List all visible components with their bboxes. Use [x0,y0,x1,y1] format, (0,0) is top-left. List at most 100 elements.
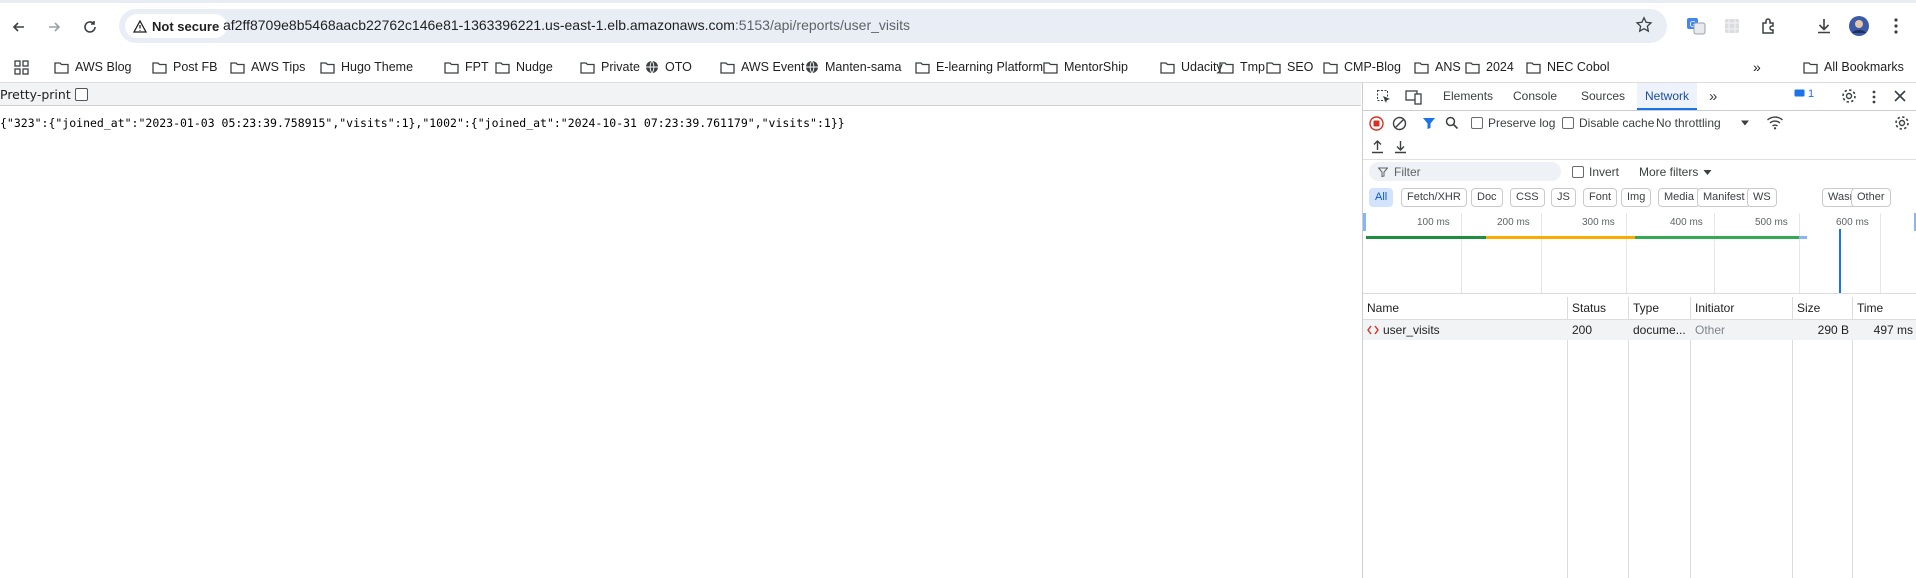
upload-icon [1372,140,1383,154]
column-header-name[interactable]: Name [1363,297,1568,319]
downloads-button[interactable] [1812,14,1836,38]
network-requests-table: Name Status Type Initiator Size Time user_vis… [1363,297,1916,578]
download-icon [1395,141,1406,154]
bookmark-item[interactable]: Nudge [495,52,553,82]
devtools-menu-button[interactable] [1871,89,1877,105]
avatar-icon [1849,16,1869,36]
disable-cache-checkbox[interactable] [1562,117,1574,129]
throttling-select[interactable]: No throttling [1656,116,1750,130]
device-toolbar-button[interactable] [1405,89,1423,105]
bookmark-item[interactable]: FPT [444,52,489,82]
timeline-range-handle-left[interactable] [1363,213,1366,231]
type-filter-js[interactable]: JS [1551,188,1576,207]
preserve-log-checkbox[interactable] [1471,117,1483,129]
bookmark-label: Udacity [1181,60,1223,74]
column-header-size[interactable]: Size [1793,297,1853,319]
bookmark-item[interactable]: SEO [1266,52,1313,82]
type-filter-media[interactable]: Media [1658,188,1700,207]
timeline-gridline [1461,213,1462,293]
cell-name: user_visits [1363,320,1568,340]
bookmark-item[interactable]: Udacity [1160,52,1223,82]
bookmark-item[interactable]: CMP-Blog [1323,52,1401,82]
bookmark-item[interactable]: E-learning Platform [915,52,1043,82]
bookmark-item[interactable]: Hugo Theme [320,52,413,82]
chrome-menu-button[interactable] [1884,14,1908,38]
bookmark-item[interactable]: Tmp [1219,52,1265,82]
pretty-print-checkbox[interactable] [74,87,88,101]
type-filter-css[interactable]: CSS [1510,188,1545,207]
bookmark-star-button[interactable] [1635,16,1653,34]
bookmark-item[interactable]: AWS Event [720,52,804,82]
preserve-log-toggle[interactable]: Preserve log [1471,116,1555,130]
translate-extension-button[interactable]: G [1684,14,1708,38]
bookmark-item[interactable]: MentorShip [1043,52,1128,82]
bookmark-item[interactable]: Private [580,52,640,82]
extension-button[interactable] [1720,14,1744,38]
tab-network[interactable]: Network [1637,83,1698,110]
reload-icon [84,21,96,33]
tab-elements[interactable]: Elements [1443,83,1493,110]
type-filter-fetchxhr[interactable]: Fetch/XHR [1401,188,1467,207]
disable-cache-toggle[interactable]: Disable cache [1562,116,1654,130]
bookmark-item[interactable]: AWS Tips [230,52,305,82]
back-arrow-icon [12,22,24,32]
column-header-time[interactable]: Time [1853,297,1916,319]
type-filter-all[interactable]: All [1369,188,1394,207]
filter-toggle-button[interactable] [1422,116,1436,130]
table-row[interactable]: user_visits 200 docume... Other 290 B 497 ms [1363,320,1916,340]
invert-toggle[interactable]: Invert [1572,165,1619,179]
tab-console[interactable]: Console [1513,83,1557,110]
bookmark-item[interactable]: AWS Blog [54,52,132,82]
cell-type: docume... [1633,323,1686,337]
export-har-button[interactable] [1393,139,1408,154]
tab-sources[interactable]: Sources [1581,83,1625,110]
gear-icon [1895,116,1909,130]
network-conditions-button[interactable] [1766,115,1784,130]
back-button[interactable] [5,13,33,41]
more-filters-button[interactable]: More filters [1639,165,1712,179]
bookmark-item[interactable]: Post FB [152,52,217,82]
bookmark-item[interactable]: 2024 [1465,52,1514,82]
search-button[interactable] [1445,116,1459,130]
page-content: Pretty-print {"323":{"joined_at":"2023-0… [0,83,1361,578]
type-filter-font[interactable]: Font [1583,188,1618,207]
type-filter-img[interactable]: Img [1621,188,1652,207]
column-header-type[interactable]: Type [1629,297,1691,319]
folder-icon [580,61,595,74]
filter-input[interactable]: Filter [1369,162,1561,181]
all-bookmarks-button[interactable]: All Bookmarks [1803,52,1904,82]
bookmarks-overflow-button[interactable]: » [1753,52,1761,82]
more-tabs-button[interactable]: » [1709,83,1717,110]
site-security-chip[interactable]: Not secure [125,14,228,38]
profile-avatar[interactable] [1847,14,1871,38]
type-filter-manifest[interactable]: Manifest [1697,188,1751,207]
type-filter-doc[interactable]: Doc [1471,188,1503,207]
record-button[interactable] [1369,116,1384,131]
timeline-gridline [1799,213,1800,293]
forward-button[interactable] [40,13,68,41]
dropdown-arrow-icon [1740,120,1749,126]
search-icon [1445,116,1459,130]
clear-button[interactable] [1392,116,1407,131]
type-filter-other[interactable]: Other [1851,188,1891,207]
issues-counter[interactable]: 1 [1794,88,1814,100]
close-devtools-button[interactable] [1893,89,1907,103]
invert-checkbox[interactable] [1572,166,1584,178]
column-header-initiator[interactable]: Initiator [1691,297,1793,319]
bookmark-item[interactable]: Manten-sama [805,52,901,82]
network-settings-button[interactable] [1894,115,1910,131]
bookmark-item[interactable]: ANS [1414,52,1461,82]
extensions-menu-button[interactable] [1757,14,1781,38]
address-bar[interactable]: Not secure af2ff8709e8b5468aacb22762c146… [119,9,1667,43]
column-header-status[interactable]: Status [1568,297,1629,319]
type-filter-ws[interactable]: WS [1747,188,1777,207]
inspect-element-button[interactable] [1376,89,1392,105]
bookmark-item[interactable]: NEC Cobol [1526,52,1610,82]
bookmark-item[interactable]: OTO [645,52,692,82]
apps-button[interactable] [14,52,29,82]
devtools-panel: Elements Console Sources Network » 1 Pre… [1362,83,1916,578]
devtools-settings-button[interactable] [1841,88,1857,104]
url-text[interactable]: af2ff8709e8b5468aacb22762c146e81-1363396… [223,17,910,33]
reload-button[interactable] [76,13,104,41]
import-har-button[interactable] [1370,139,1385,154]
